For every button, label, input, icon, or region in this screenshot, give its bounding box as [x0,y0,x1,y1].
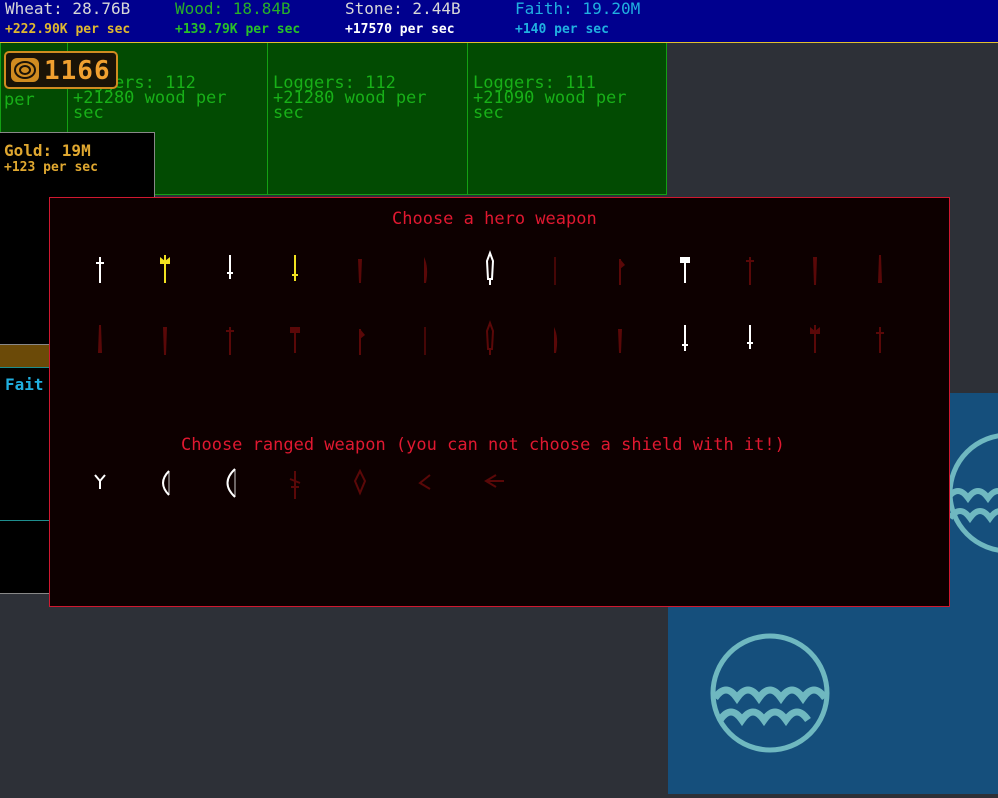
weapon-slot[interactable] [210,248,250,292]
locked-arrow-launcher-icon [484,474,504,488]
weapon-slot [340,248,380,292]
hero-weapon-title: Choose a hero weapon [392,209,597,229]
weapon-slot [730,248,770,292]
locked-axe-icon [619,259,625,285]
short-sword-icon [96,257,104,283]
resource-name: Wood: 18.84B [175,0,291,18]
locked-flail-icon [98,325,102,353]
weapon-slot [860,248,900,292]
spear-icon [747,325,753,349]
weapon-slot[interactable] [275,248,315,292]
ranged-weapon-title: Choose ranged weapon (you can not choose… [181,435,785,455]
building-partial-label: per [4,90,35,110]
weapon-slot [860,318,900,362]
resource-rate: +139.79K per sec [175,22,301,37]
locked-lance-icon [876,327,884,353]
faith-label: Fait [5,375,44,394]
resource-rate: +17570 per sec [345,22,455,37]
weapon-slot [405,318,445,362]
resource-name: Faith: 19.20M [515,0,641,18]
locked-mace-icon [746,257,754,285]
relic-counter-badge[interactable]: 1166 [4,51,118,89]
locked-scimitar-icon [424,257,428,283]
weapon-slot [340,318,380,362]
dagger-icon [227,255,233,279]
locked-throwing-knife-icon [418,474,431,490]
relic-count: 1166 [44,56,111,86]
resource-wood: Wood: 18.84B +139.79K per sec [175,0,300,38]
side-panel [0,520,50,594]
gold-amount: Gold: 19M [4,141,91,160]
weapon-slot [535,318,575,362]
weapon-slot[interactable] [210,464,250,508]
weapon-slot [275,318,315,362]
resource-rate: +222.90K per sec [5,22,131,37]
resource-name: Stone: 2.44B [345,0,461,18]
loggers-rate-unit: sec [73,103,104,123]
staff-icon [682,325,688,351]
loggers-rate-unit: sec [273,103,304,123]
weapon-slot[interactable] [665,248,705,292]
slingshot-icon [94,474,106,489]
weapon-slot [600,318,640,362]
golden-axe-icon [160,255,170,283]
locked-greatsword-icon [878,255,882,283]
weapon-slot [145,318,185,362]
weapon-slot [340,464,380,508]
locked-pike-icon [424,327,426,355]
weapon-slot [210,318,250,362]
resource-faith: Faith: 19.20M +140 per sec [515,0,640,38]
weapon-slot [80,318,120,362]
longsword-icon [485,250,495,285]
short-bow-icon [162,470,170,496]
locked-compound-bow-icon [353,468,367,496]
weapon-slot [275,464,315,508]
locked-crook-icon [810,325,820,353]
locked-trident-icon [163,327,167,355]
locked-scythe-icon [618,329,622,353]
gold-rate: +123 per sec [4,160,98,175]
weapon-slot [405,248,445,292]
locked-mace2-icon [226,327,234,355]
locked-crossbow-icon [289,471,301,499]
weapon-slot[interactable] [80,464,120,508]
coin-stack-icon [11,58,39,82]
long-bow-icon [226,468,236,498]
water-wave-icon [710,633,830,753]
weapon-slot[interactable] [145,248,185,292]
golden-dagger-icon [292,255,298,281]
resource-stone: Stone: 2.44B +17570 per sec [345,0,461,38]
locked-rapier-icon [554,257,556,285]
loggers-panel[interactable]: Loggers: 112 +21280 wood per sec [267,42,468,195]
locked-club-icon [813,257,817,285]
weapon-slot[interactable] [145,464,185,508]
resource-rate: +140 per sec [515,22,609,37]
weapon-slot [470,318,510,362]
weapon-slot [470,464,510,508]
weapon-slot[interactable] [730,318,770,362]
resource-name: Wheat: 28.76B [5,0,131,18]
loggers-rate-unit: sec [473,103,504,123]
weapon-slot[interactable] [470,248,510,292]
faith-panel[interactable]: Fait [0,367,50,521]
locked-glaive-icon [554,327,558,353]
weapon-slot[interactable] [80,248,120,292]
weapon-slot [795,248,835,292]
weapon-slot [795,318,835,362]
locked-sword-icon [358,259,362,283]
loggers-panel[interactable]: Loggers: 111 +21090 wood per sec [467,42,667,195]
hammer-icon [680,257,690,283]
weapon-slot [405,464,445,508]
gold-strip [0,345,50,367]
water-tile [668,600,998,794]
locked-halberd-icon [485,320,495,355]
locked-staff-icon [359,329,365,355]
weapon-slot[interactable] [665,318,705,362]
resource-bar: Wheat: 28.76B +222.90K per sec Wood: 18.… [0,0,998,43]
resource-wheat: Wheat: 28.76B +222.90K per sec [5,0,130,38]
weapon-select-dialog: Choose a hero weapon Choose ranged weapo… [49,197,950,607]
weapon-slot [600,248,640,292]
locked-morningstar-icon [290,327,300,353]
weapon-slot [535,248,575,292]
